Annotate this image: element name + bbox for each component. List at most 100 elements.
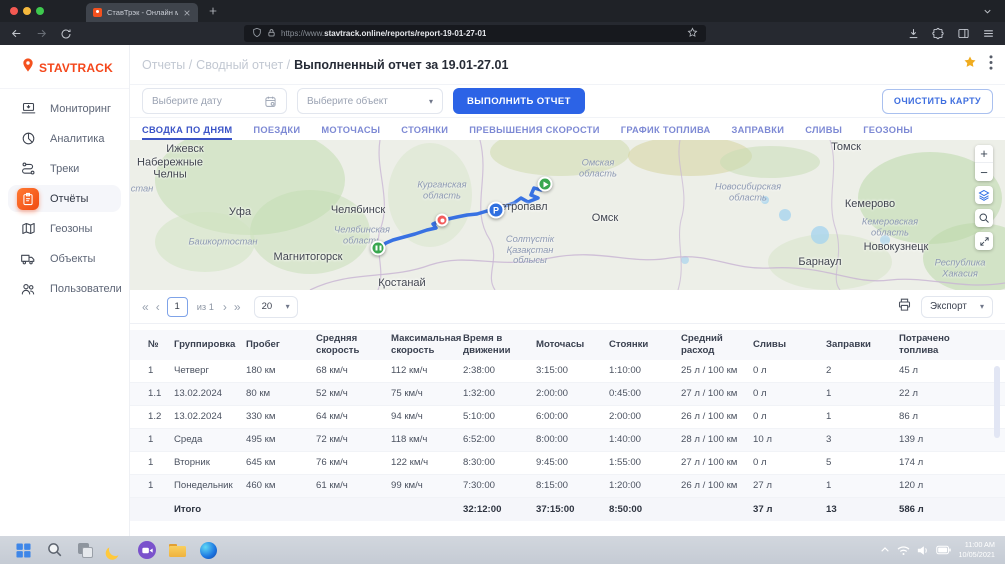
column-header[interactable]: Группировка [174, 336, 246, 354]
url-bar[interactable]: https://www.stavtrack.online/reports/rep… [244, 25, 706, 42]
route-marker-parking[interactable]: P [488, 202, 505, 219]
table-row[interactable]: 1Среда495 км72 км/ч118 км/ч6:52:008:00:0… [130, 429, 1005, 452]
shield-icon[interactable] [252, 25, 262, 43]
bookmark-star-icon[interactable] [687, 25, 698, 43]
tab-svodka[interactable]: СВОДКА ПО ДНЯМ [142, 125, 232, 140]
taskbar-clock[interactable]: 11:00 AM 10/05/2021 [958, 540, 995, 560]
menu-icon[interactable] [982, 27, 995, 40]
app-logo[interactable]: STAVTRACK [0, 51, 129, 89]
tab-grafik-topliva[interactable]: ГРАФИК ТОПЛИВА [621, 125, 711, 140]
battery-icon[interactable] [936, 545, 951, 555]
wifi-icon[interactable] [897, 545, 910, 556]
back-icon[interactable] [10, 27, 23, 40]
task-view-icon[interactable] [73, 538, 98, 563]
kebab-menu-icon[interactable] [989, 55, 993, 75]
edge-browser-icon[interactable] [196, 538, 221, 563]
zoom-in-button[interactable]: + [975, 145, 993, 163]
column-header[interactable]: Средняя скорость [316, 330, 391, 360]
column-header[interactable]: Пробег [246, 336, 316, 354]
print-icon[interactable] [897, 297, 912, 317]
last-page-icon[interactable]: » [234, 301, 241, 313]
object-select[interactable]: Выберите объект ▾ [297, 88, 443, 114]
map-search-icon[interactable] [975, 209, 993, 227]
start-icon[interactable] [11, 538, 36, 563]
minimize-button[interactable] [23, 7, 31, 15]
table-row[interactable]: 1.213.02.2024330 км64 км/ч94 км/ч5:10:00… [130, 406, 1005, 429]
tab-geozony[interactable]: ГЕОЗОНЫ [863, 125, 913, 140]
forward-icon[interactable] [35, 27, 48, 40]
maximize-button[interactable] [36, 7, 44, 15]
page-input[interactable]: 1 [167, 297, 188, 317]
table-scrollbar[interactable] [994, 366, 1000, 438]
sidebar-toggle-icon[interactable] [957, 27, 970, 40]
run-report-button[interactable]: ВЫПОЛНИТЬ ОТЧЕТ [453, 88, 585, 114]
downloads-icon[interactable] [907, 27, 920, 40]
column-header[interactable]: Максимальная скорость [391, 330, 463, 360]
table-row[interactable]: 1Понедельник460 км61 км/ч99 км/ч7:30:008… [130, 475, 1005, 498]
table-row[interactable]: 1.113.02.202480 км52 км/ч75 км/ч1:32:002… [130, 383, 1005, 406]
tab-motochasy[interactable]: МОТОЧАСЫ [321, 125, 380, 140]
date-input[interactable]: Выберите дату [142, 88, 287, 114]
table-cell: 22 л [899, 386, 985, 402]
sidebar-item-objects[interactable]: Объекты [8, 245, 121, 272]
fullscreen-icon[interactable] [975, 232, 993, 250]
table-cell: 645 км [246, 455, 316, 471]
favorite-star-icon[interactable] [963, 55, 977, 74]
table-cell: 1:55:00 [609, 455, 681, 471]
tab-close-icon[interactable] [183, 4, 191, 22]
sidebar-item-reports[interactable]: Отчёты [8, 185, 121, 212]
column-header[interactable]: Время в движении [463, 330, 536, 360]
table-total-cell: Итого [174, 502, 246, 518]
tab-zapravki[interactable]: ЗАПРАВКИ [732, 125, 785, 140]
new-tab-icon[interactable] [208, 6, 218, 16]
prev-page-icon[interactable]: ‹ [156, 301, 160, 313]
table-cell: 64 км/ч [316, 409, 391, 425]
zoom-out-button[interactable]: − [975, 163, 993, 181]
column-header[interactable]: № [148, 336, 174, 354]
table-total-cell: 37 л [753, 502, 826, 518]
breadcrumb-segment[interactable]: Отчеты [142, 58, 192, 72]
column-header[interactable]: Потрачено топлива [899, 330, 985, 360]
tab-poezdki[interactable]: ПОЕЗДКИ [253, 125, 300, 140]
route-marker-start[interactable] [538, 177, 553, 192]
extensions-icon[interactable] [932, 27, 945, 40]
column-header[interactable]: Стоянки [609, 336, 681, 354]
layers-icon[interactable] [975, 186, 993, 204]
camera-app-icon[interactable] [138, 541, 156, 559]
next-page-icon[interactable]: › [223, 301, 227, 313]
main-content: ОтчетыСводный отчет Выполненный отчет за… [130, 45, 1005, 536]
file-explorer-icon[interactable] [165, 538, 190, 563]
table-cell: 8:30:00 [463, 455, 536, 471]
column-header[interactable]: Заправки [826, 336, 899, 354]
breadcrumb-segment[interactable]: Сводный отчет [196, 58, 290, 72]
sidebar-item-geozones[interactable]: Геозоны [8, 215, 121, 242]
search-icon[interactable] [42, 538, 67, 563]
sidebar-item-monitoring[interactable]: Мониторинг [8, 95, 121, 122]
browser-tab[interactable]: СтавТрэк - Онлайн мониторин [86, 3, 198, 22]
route-marker-pause[interactable] [371, 241, 386, 256]
sidebar-item-users[interactable]: Пользователи [8, 275, 121, 302]
sidebar-item-analytics[interactable]: Аналитика [8, 125, 121, 152]
sidebar-item-tracks[interactable]: Треки [8, 155, 121, 182]
column-header[interactable]: Средний расход [681, 330, 753, 360]
moon-app-icon[interactable] [104, 538, 129, 563]
chevron-up-icon[interactable] [880, 545, 890, 555]
close-button[interactable] [10, 7, 18, 15]
route-marker-event[interactable] [436, 214, 449, 227]
reload-icon[interactable] [60, 28, 72, 40]
page-size-select[interactable]: 20 ▾ [254, 296, 298, 318]
column-header[interactable]: Моточасы [536, 336, 609, 354]
table-cell: 5:10:00 [463, 409, 536, 425]
chevron-down-icon[interactable] [982, 6, 993, 17]
first-page-icon[interactable]: « [142, 301, 149, 313]
volume-icon[interactable] [917, 545, 929, 556]
column-header[interactable]: Сливы [753, 336, 826, 354]
export-button[interactable]: Экспорт ▾ [921, 296, 993, 318]
clear-map-button[interactable]: ОЧИСТИТЬ КАРТУ [882, 89, 993, 114]
table-row[interactable]: 1Четверг180 км68 км/ч112 км/ч2:38:003:15… [130, 360, 1005, 383]
map[interactable]: ИжевскНабережные ЧелныУфаЧелябинскМагнит… [130, 140, 1005, 290]
tab-stoyanki[interactable]: СТОЯНКИ [401, 125, 448, 140]
table-row[interactable]: 1Вторник645 км76 км/ч122 км/ч8:30:009:45… [130, 452, 1005, 475]
tab-prevysheniya[interactable]: ПРЕВЫШЕНИЯ СКОРОСТИ [469, 125, 600, 140]
tab-slivy[interactable]: СЛИВЫ [805, 125, 842, 140]
